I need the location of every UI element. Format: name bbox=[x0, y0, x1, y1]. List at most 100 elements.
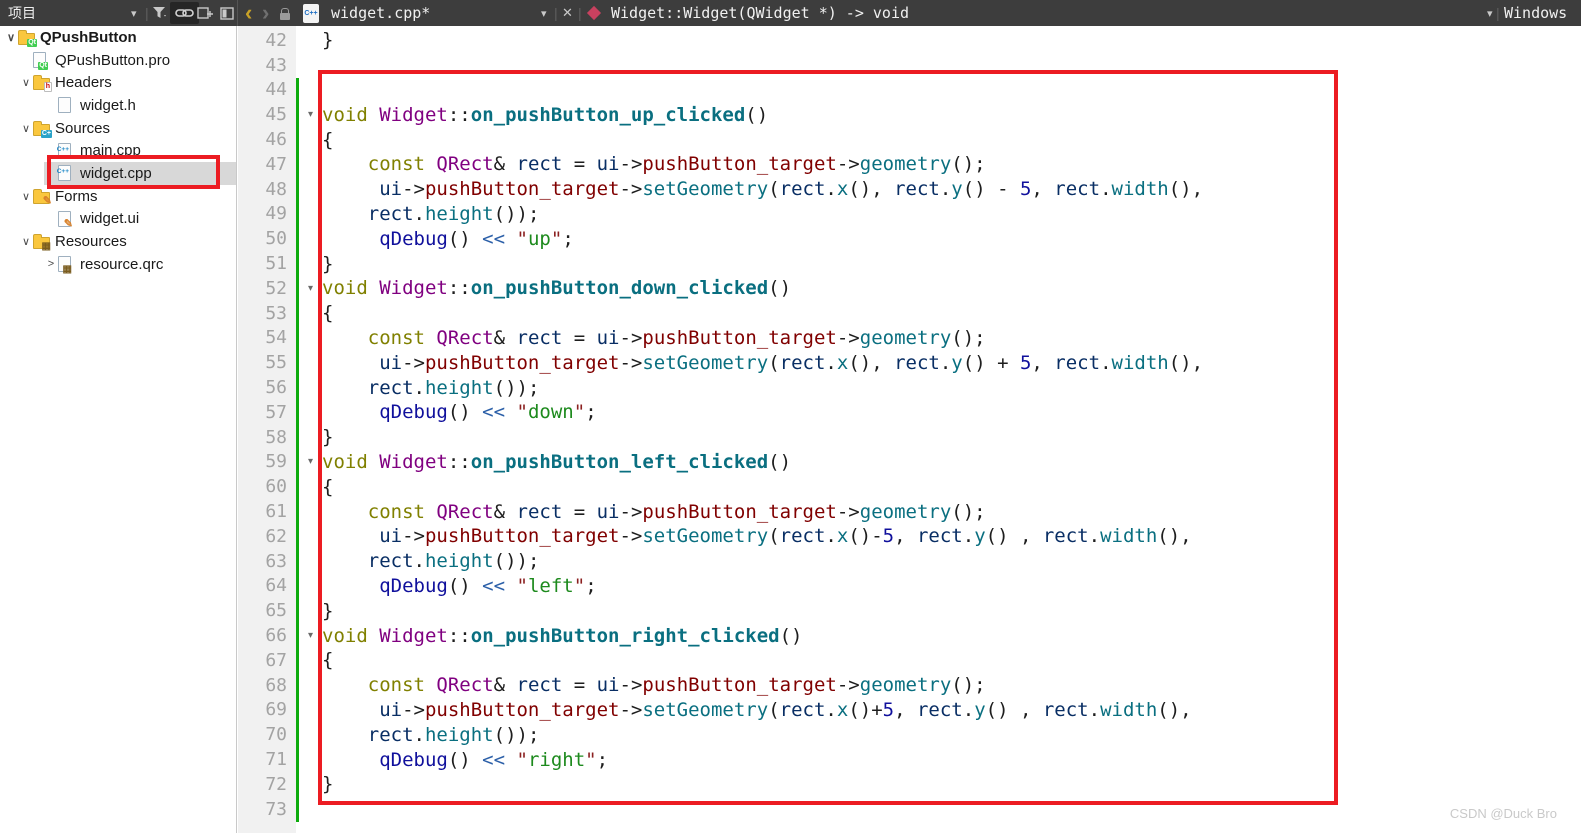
tree-item-label: main.cpp bbox=[80, 142, 141, 160]
code-line-46[interactable]: 46 { bbox=[238, 127, 1581, 152]
code-text: { bbox=[322, 302, 334, 325]
tree-item-resources[interactable]: ∨ ▦ Resources bbox=[0, 230, 236, 253]
line-number: 50 bbox=[265, 228, 287, 250]
tree-item-headers[interactable]: ∨ h Headers bbox=[0, 71, 236, 94]
code-editor[interactable]: 42} 43 44 45 ▾ void Widget::on_pushButton_up_… bbox=[238, 26, 1581, 833]
line-number: 47 bbox=[265, 153, 287, 175]
code-line-66[interactable]: 66 ▾ void Widget::on_pushButton_right_clic… bbox=[238, 623, 1581, 648]
filter-icon[interactable] bbox=[152, 0, 168, 26]
code-line-65[interactable]: 65} bbox=[238, 598, 1581, 624]
document-dropdown-icon[interactable]: ▾ bbox=[541, 0, 547, 26]
fold-marker-icon[interactable]: ▾ bbox=[299, 109, 322, 120]
code-line-58[interactable]: 58} bbox=[238, 424, 1581, 450]
project-panel-title: 项目 bbox=[8, 5, 36, 21]
code-line-47[interactable]: 47 const QRect& rect = ui->pushButton_ta… bbox=[238, 151, 1581, 177]
separator: | bbox=[1496, 5, 1500, 21]
fold-marker-icon[interactable]: ▾ bbox=[299, 630, 322, 641]
fold-marker-icon[interactable]: ▾ bbox=[299, 283, 322, 294]
tree-item-label: widget.h bbox=[80, 96, 136, 114]
line-number: 53 bbox=[265, 302, 287, 324]
code-line-52[interactable]: 52 ▾ void Widget::on_pushButton_down_click… bbox=[238, 275, 1581, 301]
changed-line-marker bbox=[296, 548, 299, 574]
code-line-50[interactable]: 50 qDebug() << "up"; bbox=[238, 226, 1581, 252]
code-line-64[interactable]: 64 qDebug() << "left"; bbox=[238, 573, 1581, 599]
code-line-42[interactable]: 42} bbox=[238, 28, 1581, 53]
tree-item-forms[interactable]: ∨ ✎ Forms bbox=[0, 185, 236, 208]
code-line-72[interactable]: 72} bbox=[238, 771, 1581, 797]
code-line-69[interactable]: 69 ui->pushButton_target->setGeometry(re… bbox=[238, 697, 1581, 723]
chevron-down-icon[interactable]: ∨ bbox=[19, 122, 33, 135]
navigate-back-icon[interactable]: ‹ bbox=[245, 0, 252, 26]
project-pane-dropdown-icon[interactable]: ▾ bbox=[131, 0, 137, 26]
tree-item-resource-qrc[interactable]: > ▦ resource.qrc bbox=[0, 253, 236, 276]
close-document-icon[interactable]: ✕ bbox=[562, 0, 573, 26]
project-tree-panel: ∨ Qt QPushButton Qt QPushButton.pro ∨ h Headers… bbox=[0, 26, 237, 833]
chevron-right-icon[interactable]: > bbox=[44, 258, 58, 270]
tree-item-main-cpp[interactable]: C++ main.cpp bbox=[0, 139, 236, 162]
chevron-down-icon[interactable]: ∨ bbox=[19, 76, 33, 89]
line-number: 72 bbox=[265, 773, 287, 795]
changed-line-marker bbox=[296, 399, 299, 425]
code-line-73[interactable]: 73 bbox=[238, 796, 1581, 822]
code-text: rect.height()); bbox=[367, 376, 540, 399]
code-line-63[interactable]: 63 rect.height()); bbox=[238, 548, 1581, 574]
code-line-60[interactable]: 60 { bbox=[238, 474, 1581, 500]
code-line-68[interactable]: 68 const QRect& rect = ui->pushButton_ta… bbox=[238, 672, 1581, 698]
code-line-49[interactable]: 49 rect.height()); bbox=[238, 201, 1581, 227]
code-line-44[interactable]: 44 bbox=[238, 77, 1581, 103]
changed-line-marker bbox=[296, 201, 299, 227]
code-text: rect.height()); bbox=[367, 202, 540, 225]
split-icon[interactable] bbox=[197, 0, 214, 26]
sources-folder-icon: C+ bbox=[33, 120, 52, 138]
code-text: const QRect& rect = ui->pushButton_targe… bbox=[367, 500, 986, 523]
code-line-56[interactable]: 56 rect.height()); bbox=[238, 375, 1581, 400]
right-pane-label[interactable]: Windows bbox=[1504, 0, 1567, 26]
open-document-title[interactable]: widget.cpp* bbox=[331, 0, 430, 26]
line-number: 49 bbox=[265, 203, 287, 225]
tree-item-widget-cpp[interactable]: C++ widget.cpp bbox=[0, 162, 236, 185]
changed-line-marker bbox=[296, 523, 299, 549]
code-text: { bbox=[322, 649, 334, 672]
code-line-43[interactable]: 43 bbox=[238, 53, 1581, 78]
line-number: 59 bbox=[265, 451, 287, 473]
chevron-down-icon[interactable]: ∨ bbox=[19, 190, 33, 203]
code-text: } bbox=[322, 773, 334, 796]
code-lines: 42} 43 44 45 ▾ void Widget::on_pushButton_up_… bbox=[238, 28, 1581, 822]
code-line-51[interactable]: 51} bbox=[238, 251, 1581, 276]
code-line-54[interactable]: 54 const QRect& rect = ui->pushButton_ta… bbox=[238, 325, 1581, 351]
code-line-55[interactable]: 55 ui->pushButton_target->setGeometry(re… bbox=[238, 350, 1581, 376]
fold-marker-icon[interactable]: ▾ bbox=[299, 456, 322, 467]
line-number: 42 bbox=[265, 29, 287, 51]
tree-item-qpushbutton-pro[interactable]: Qt QPushButton.pro bbox=[0, 49, 236, 72]
code-line-67[interactable]: 67 { bbox=[238, 647, 1581, 673]
code-line-61[interactable]: 61 const QRect& rect = ui->pushButton_ta… bbox=[238, 499, 1581, 524]
code-text: { bbox=[322, 475, 334, 498]
link-with-editor-icon[interactable] bbox=[170, 2, 199, 24]
tree-item-sources[interactable]: ∨ C+ Sources bbox=[0, 117, 236, 140]
code-line-62[interactable]: 62 ui->pushButton_target->setGeometry(re… bbox=[238, 523, 1581, 549]
changed-line-marker bbox=[296, 226, 299, 252]
tree-item-qpushbutton[interactable]: ∨ Qt QPushButton bbox=[0, 26, 236, 49]
chevron-down-icon[interactable]: ∨ bbox=[4, 31, 18, 44]
line-number: 73 bbox=[265, 798, 287, 820]
navigate-forward-icon[interactable]: › bbox=[262, 0, 269, 26]
right-pane-dropdown-icon[interactable]: ▾ bbox=[1487, 0, 1493, 26]
headers-folder-icon: h bbox=[33, 75, 52, 93]
code-line-48[interactable]: 48 ui->pushButton_target->setGeometry(re… bbox=[238, 176, 1581, 202]
line-number: 68 bbox=[265, 674, 287, 696]
code-line-45[interactable]: 45 ▾ void Widget::on_pushButton_up_clicked… bbox=[238, 102, 1581, 128]
close-sidebar-icon[interactable] bbox=[220, 0, 234, 26]
code-line-71[interactable]: 71 qDebug() << "right"; bbox=[238, 747, 1581, 772]
tree-item-widget-h[interactable]: widget.h bbox=[0, 94, 236, 117]
tree-item-label: widget.cpp bbox=[80, 164, 152, 182]
unlocked-icon[interactable] bbox=[280, 0, 290, 26]
cpp-file-icon: C++ bbox=[57, 165, 71, 182]
code-line-53[interactable]: 53 { bbox=[238, 300, 1581, 326]
current-symbol-label[interactable]: Widget::Widget(QWidget *) -> void bbox=[611, 0, 909, 26]
code-line-59[interactable]: 59 ▾ void Widget::on_pushButton_left_click… bbox=[238, 449, 1581, 475]
chevron-down-icon[interactable]: ∨ bbox=[19, 235, 33, 248]
code-line-57[interactable]: 57 qDebug() << "down"; bbox=[238, 399, 1581, 425]
code-line-70[interactable]: 70 rect.height()); bbox=[238, 722, 1581, 748]
tree-item-widget-ui[interactable]: ✎ widget.ui bbox=[0, 208, 236, 231]
code-text: qDebug() << "left"; bbox=[379, 574, 597, 597]
